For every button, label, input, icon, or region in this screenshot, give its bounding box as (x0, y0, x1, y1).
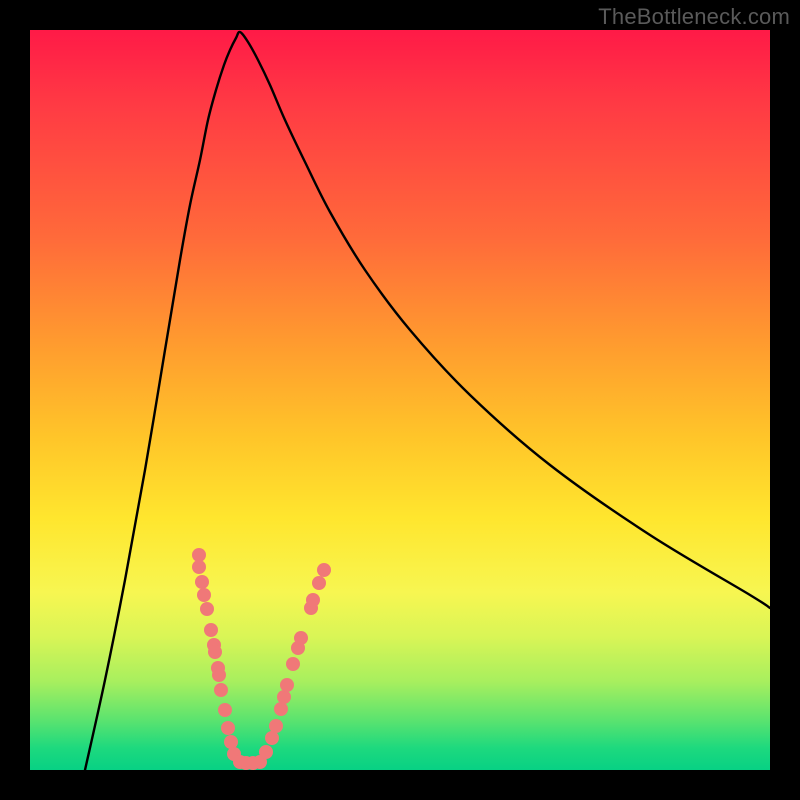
data-point-dot (195, 575, 209, 589)
data-point-dot (204, 623, 218, 637)
dot-cluster-group (192, 548, 331, 770)
data-point-dot (265, 731, 279, 745)
bottleneck-curve (85, 32, 770, 770)
data-point-dot (218, 703, 232, 717)
data-point-dot (274, 702, 288, 716)
data-point-dot (212, 668, 226, 682)
data-point-dot (221, 721, 235, 735)
plot-area (30, 30, 770, 770)
data-point-dot (214, 683, 228, 697)
data-point-dot (269, 719, 283, 733)
data-point-dot (277, 690, 291, 704)
data-point-dot (259, 745, 273, 759)
data-point-dot (208, 645, 222, 659)
curve-group (85, 32, 770, 770)
data-point-dot (317, 563, 331, 577)
data-point-dot (224, 735, 238, 749)
data-point-dot (280, 678, 294, 692)
data-point-dot (197, 588, 211, 602)
data-point-dot (200, 602, 214, 616)
data-point-dot (294, 631, 308, 645)
bottleneck-curve-svg (30, 30, 770, 770)
data-point-dot (306, 593, 320, 607)
data-point-dot (312, 576, 326, 590)
data-point-dot (192, 548, 206, 562)
data-point-dot (192, 560, 206, 574)
watermark-text: TheBottleneck.com (598, 4, 790, 30)
data-point-dot (286, 657, 300, 671)
chart-frame: TheBottleneck.com (0, 0, 800, 800)
